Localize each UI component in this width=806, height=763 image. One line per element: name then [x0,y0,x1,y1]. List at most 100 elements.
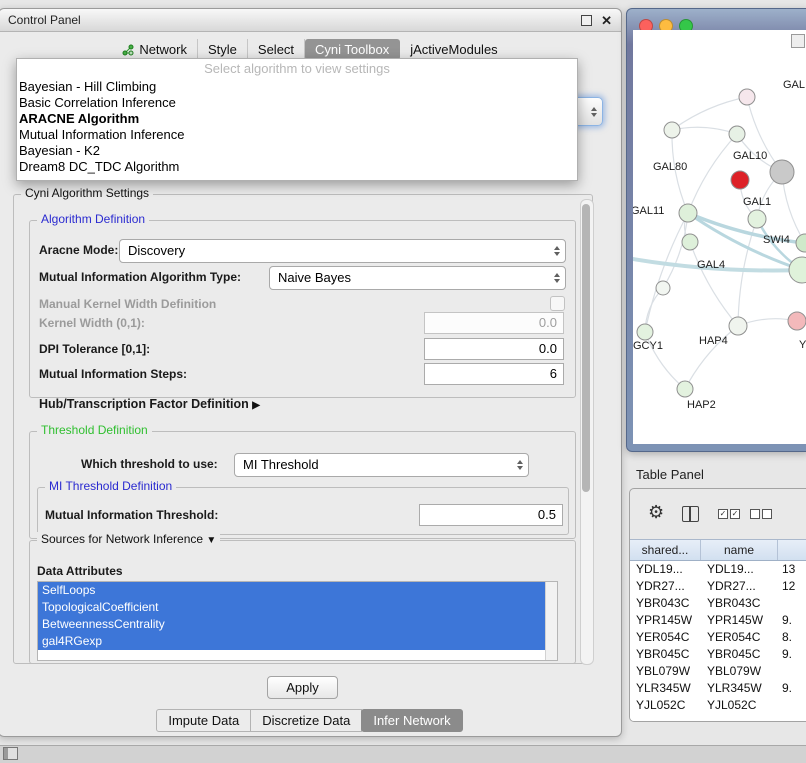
column-header-extra[interactable] [778,540,806,560]
network-node[interactable] [796,234,806,252]
window-title: Control Panel [8,13,81,27]
network-node[interactable] [731,171,749,189]
mi-steps-field[interactable]: 6 [424,363,564,385]
tab-jactivemodules[interactable]: jActiveModules [400,39,507,60]
algorithm-option[interactable]: Basic Correlation Inference [17,95,577,111]
network-node[interactable] [770,160,794,184]
mi-steps-label: Mutual Information Steps: [39,367,187,381]
table-cell: YLR345W [630,680,700,697]
table-cell: YJL052C [700,697,776,714]
algorithm-option[interactable]: Bayesian - Hill Climbing [17,79,577,95]
network-scroll-corner-box[interactable] [791,34,805,48]
algorithm-option[interactable]: Mutual Information Inference [17,127,577,143]
table-row[interactable]: YBR043CYBR043C [630,595,806,612]
table-row[interactable]: YBL079WYBL079W [630,663,806,680]
network-node[interactable] [656,281,670,295]
table-cell: 12 [776,578,806,595]
float-window-icon[interactable] [581,15,592,26]
aracne-mode-select[interactable]: Discovery [119,239,566,263]
tab-style[interactable]: Style [198,39,248,60]
network-edge[interactable] [672,97,747,130]
table-row[interactable]: YDR27...YDR27...12 [630,578,806,595]
clear-all-checks-icon[interactable] [750,509,772,519]
tab-cyni-toolbox[interactable]: Cyni Toolbox [305,39,400,60]
network-node[interactable] [788,312,806,330]
table-cell: YJL052C [630,697,700,714]
docked-panel-icon[interactable] [3,747,18,760]
tab-discretize-data[interactable]: Discretize Data [250,709,362,732]
table-cell: YBR043C [630,595,700,612]
network-node[interactable] [739,89,755,105]
settings-scrollbar[interactable] [580,199,594,665]
mi-threshold-group-title: MI Threshold Definition [45,479,176,493]
chevron-right-icon: ▶ [252,400,260,411]
settings-scrollbar-thumb[interactable] [582,204,590,492]
table-row[interactable]: YLR345WYLR345W9. [630,680,806,697]
column-header-name[interactable]: name [701,540,778,560]
tab-select[interactable]: Select [248,39,305,60]
tab-infer-network[interactable]: Infer Network [361,709,462,732]
checked-box-icon: ✓ [730,509,740,519]
attribute-item[interactable]: TopologicalCoefficient [38,599,546,616]
apply-button[interactable]: Apply [267,676,338,699]
table-cell [776,663,806,680]
table-row[interactable]: YER054CYER054C8. [630,629,806,646]
aracne-mode-value: Discovery [128,243,185,258]
table-row[interactable]: YDL19...YDL19...13 [630,561,806,578]
table-cell: YBR045C [630,646,700,663]
network-node[interactable] [748,210,766,228]
table-panel-window: ⚙ ✓ ✓ shared... name YDL19...YDL19...13Y… [629,488,806,722]
network-node[interactable] [637,324,653,340]
algorithm-option-selected[interactable]: ARACNE Algorithm [17,111,577,127]
network-edge[interactable] [672,127,737,134]
table-cell: YPR145W [700,612,776,629]
attribute-list-scrollbar[interactable] [545,582,557,660]
table-row[interactable]: YBR045CYBR045C9. [630,646,806,663]
algorithm-option[interactable]: Bayesian - K2 [17,143,577,159]
aracne-mode-label: Aracne Mode: [39,243,118,257]
network-edge[interactable] [690,242,738,326]
attribute-item[interactable]: SelfLoops [38,582,546,599]
sources-group-title[interactable]: Sources for Network Inference ▼ [37,532,220,546]
network-node[interactable] [677,381,693,397]
control-panel-titlebar[interactable]: Control Panel ✕ [0,9,621,32]
network-node-label: GCY1 [633,340,663,352]
table-cell: YDL19... [630,561,700,578]
network-node[interactable] [679,204,697,222]
network-node[interactable] [664,122,680,138]
algorithm-combo-stepper[interactable] [574,97,603,126]
kernel-width-field[interactable]: 0.0 [424,312,564,334]
table-row[interactable]: YJL052CYJL052C [630,697,806,714]
attribute-item[interactable]: gal4RGexp [38,633,546,650]
manual-kernel-label: Manual Kernel Width Definition [39,297,216,311]
dpi-tolerance-field[interactable]: 0.0 [424,338,564,360]
select-all-checks-icon[interactable]: ✓ ✓ [718,509,740,519]
network-node[interactable] [682,234,698,250]
gear-icon[interactable]: ⚙ [648,503,664,521]
hub-section-toggle[interactable]: Hub/Transcription Factor Definition ▶ [39,397,260,411]
tab-style-label: Style [208,42,237,57]
tab-impute-data[interactable]: Impute Data [156,709,251,732]
close-icon[interactable]: ✕ [601,14,612,27]
manual-kernel-checkbox[interactable] [550,296,565,311]
top-tab-bar: Network Style Select Cyni Toolbox jActiv… [0,39,621,60]
algorithm-option[interactable]: Dream8 DC_TDC Algorithm [17,159,577,175]
mi-type-select[interactable]: Naive Bayes [269,266,566,290]
table-cell: 9. [776,646,806,663]
mi-threshold-field[interactable]: 0.5 [419,504,563,526]
network-edge[interactable] [688,134,737,213]
which-threshold-select[interactable]: MI Threshold [234,453,529,477]
network-canvas[interactable]: GALGAL80GAL10GAL11GAL1SWI4GAL4GCY1HAP4HA… [633,30,806,444]
table-row[interactable]: YPR145WYPR145W9. [630,612,806,629]
network-node-label: GAL1 [743,196,771,208]
attribute-item[interactable]: BetweennessCentrality [38,616,546,633]
tab-network[interactable]: Network [112,39,198,60]
network-node[interactable] [729,126,745,142]
network-node[interactable] [729,317,747,335]
table-cell: YPR145W [630,612,700,629]
threshold-definition-title: Threshold Definition [37,423,152,437]
network-edge[interactable] [645,213,688,332]
column-header-shared[interactable]: shared... [630,540,701,560]
algorithm-definition-title: Algorithm Definition [37,212,149,226]
columns-icon[interactable] [682,506,699,522]
